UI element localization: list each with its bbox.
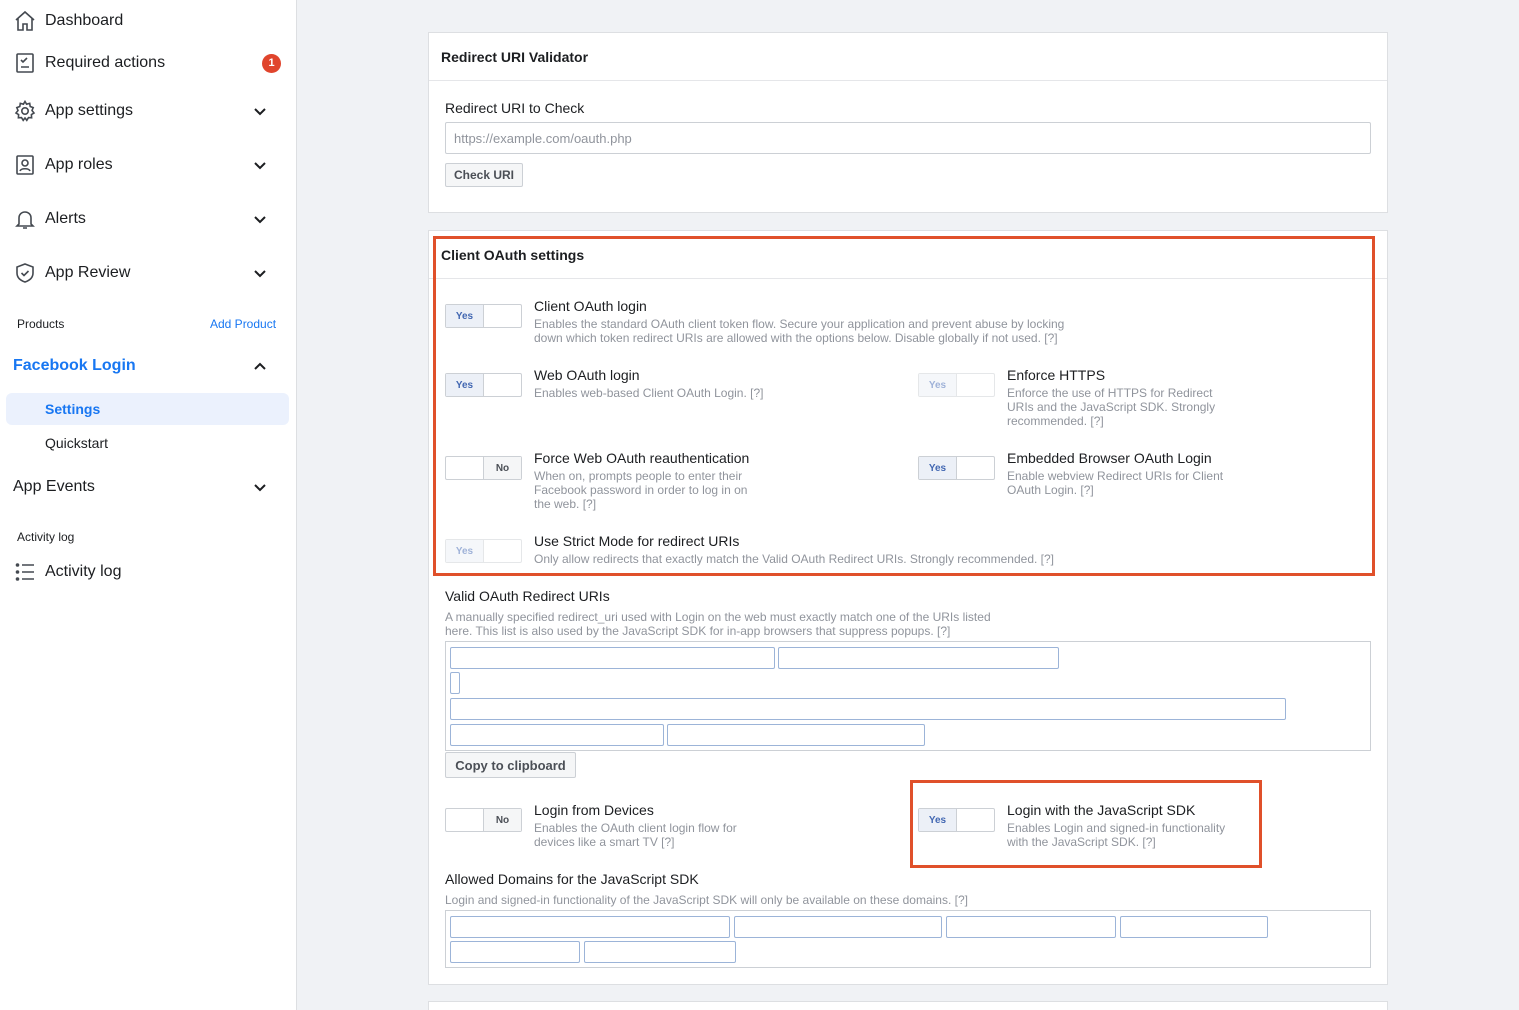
highlight-client-oauth-settings — [433, 236, 1375, 576]
highlight-login-js-sdk — [910, 780, 1262, 868]
uri-tag[interactable] — [778, 647, 1059, 669]
sidebar-item-app-roles[interactable]: App roles — [0, 145, 297, 185]
field-description: A manually specified redirect_uri used w… — [445, 610, 991, 624]
field-label: Allowed Domains for the JavaScript SDK — [445, 871, 699, 887]
sidebar-item-label: Alerts — [45, 210, 86, 227]
field-description: Login and signed-in functionality of the… — [445, 893, 968, 907]
sidebar-item-dashboard[interactable]: Dashboard — [0, 1, 297, 41]
domain-tag[interactable] — [450, 916, 730, 938]
allowed-domains-tag-input[interactable] — [445, 910, 1371, 968]
sidebar-item-label: Dashboard — [45, 12, 124, 29]
redirect-uri-input[interactable]: https://example.com/oauth.php — [445, 122, 1371, 154]
sidebar-item-required-actions[interactable]: Required actions 1 — [0, 43, 297, 83]
sidebar-item-label: App Events — [13, 478, 95, 495]
sidebar-item-label: App roles — [45, 156, 113, 173]
field-label: Valid OAuth Redirect URIs — [445, 588, 610, 604]
sidebar-item-label: Required actions — [45, 54, 166, 71]
next-card — [428, 1001, 1388, 1010]
checklist-icon — [12, 50, 38, 76]
facebook-login-label: Facebook Login — [13, 357, 136, 374]
sidebar: Dashboard Required actions 1 App setting… — [0, 0, 297, 1010]
field-description: here. This list is also used by the Java… — [445, 624, 951, 638]
add-product-link[interactable]: Add Product — [210, 317, 276, 331]
sidebar-item-app-review[interactable]: App Review — [0, 253, 297, 293]
redirect-uris-tag-input[interactable] — [445, 641, 1371, 751]
list-icon — [12, 559, 38, 585]
bell-icon — [12, 206, 38, 232]
divider — [429, 80, 1387, 81]
home-icon — [12, 8, 38, 34]
domain-tag[interactable] — [946, 916, 1116, 938]
sidebar-item-app-settings[interactable]: App settings — [0, 91, 297, 131]
sidebar-item-label: App settings — [45, 102, 134, 119]
sidebar-item-quickstart[interactable]: Quickstart — [45, 435, 108, 451]
shield-check-icon — [12, 260, 38, 286]
check-uri-button[interactable]: Check URI — [445, 163, 523, 187]
redirect-uri-validator-card: Redirect URI Validator Redirect URI to C… — [428, 32, 1388, 213]
sidebar-item-label: Activity log — [45, 563, 122, 580]
sidebar-item-settings[interactable]: Settings — [6, 393, 289, 425]
uri-tag[interactable] — [667, 724, 925, 746]
card-title: Redirect URI Validator — [441, 49, 589, 65]
user-badge-icon — [12, 152, 38, 178]
field-label: Redirect URI to Check — [445, 100, 585, 116]
chevron-down-icon — [252, 265, 268, 281]
domain-tag[interactable] — [584, 941, 736, 963]
uri-tag[interactable] — [450, 647, 775, 669]
notification-badge: 1 — [262, 53, 281, 73]
uri-tag[interactable] — [450, 698, 1286, 720]
sidebar-item-label: App Review — [45, 264, 131, 281]
domain-tag[interactable] — [1120, 916, 1268, 938]
products-section-label: Products — [17, 317, 65, 331]
login-from-devices-toggle[interactable]: No — [445, 808, 522, 832]
toggle-state: No — [483, 809, 521, 831]
option-description: Enables the OAuth client login flow for — [534, 821, 737, 835]
activity-section-label: Activity log — [17, 530, 75, 544]
sidebar-item-alerts[interactable]: Alerts — [0, 199, 297, 239]
sidebar-item-activity-log[interactable]: Activity log — [0, 552, 297, 592]
chevron-up-icon — [252, 359, 268, 375]
uri-tag[interactable] — [450, 672, 460, 694]
domain-tag[interactable] — [734, 916, 942, 938]
domain-tag[interactable] — [450, 941, 580, 963]
copy-to-clipboard-button[interactable]: Copy to clipboard — [445, 752, 576, 778]
option-description: devices like a smart TV [?] — [534, 835, 675, 849]
uri-tag[interactable] — [450, 724, 664, 746]
sidebar-item-label: Settings — [45, 401, 101, 417]
chevron-down-icon — [252, 479, 268, 495]
chevron-down-icon — [252, 211, 268, 227]
chevron-down-icon — [252, 157, 268, 173]
chevron-down-icon — [252, 103, 268, 119]
option-title: Login from Devices — [534, 802, 654, 818]
gear-icon — [12, 98, 38, 124]
